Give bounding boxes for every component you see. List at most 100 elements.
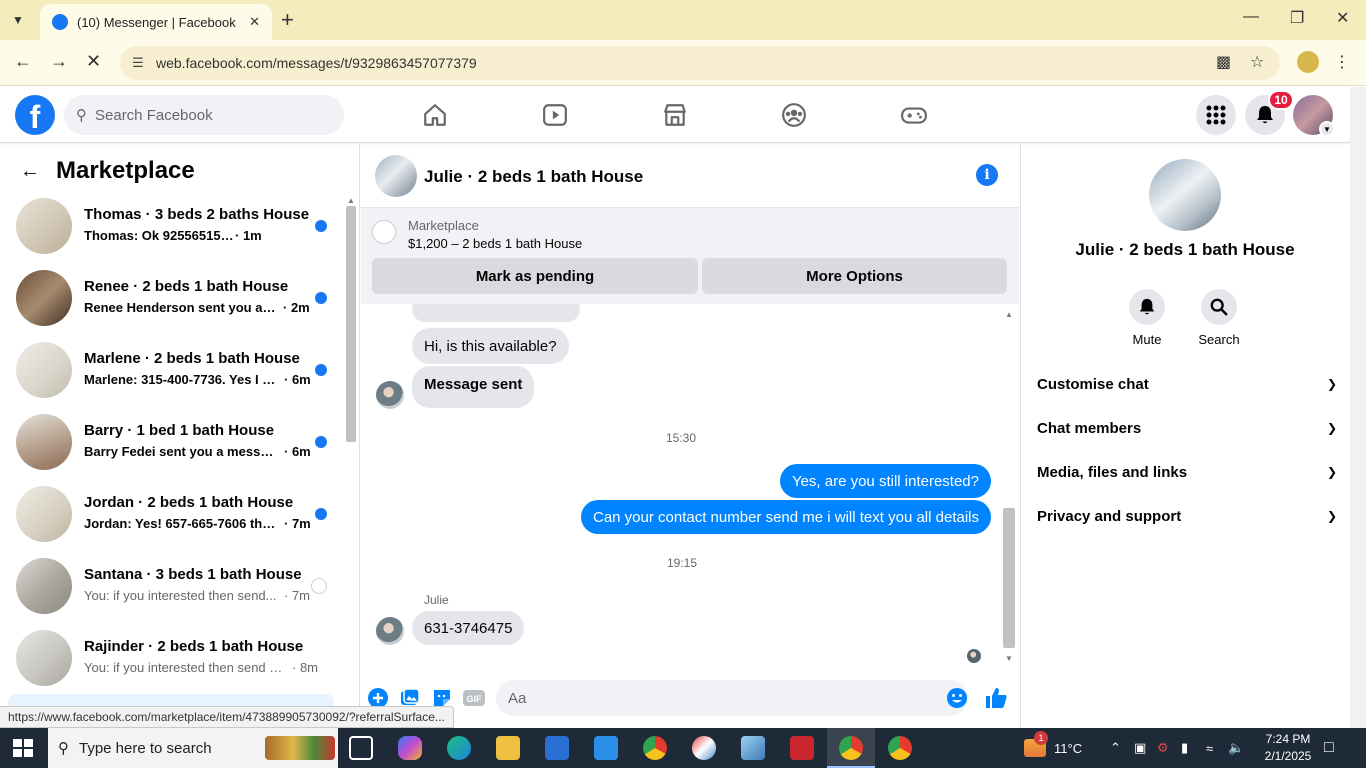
edge-icon[interactable] — [447, 736, 471, 760]
notification-center-icon[interactable]: □ — [1324, 728, 1334, 768]
julie-avatar[interactable] — [376, 381, 404, 409]
site-info-icon[interactable]: ☰ — [120, 55, 156, 71]
browser-profile-icon[interactable] — [1297, 51, 1319, 73]
facebook-logo-icon[interactable]: f — [15, 95, 55, 135]
back-arrow-icon[interactable]: ← — [20, 160, 40, 183]
search-highlight-image[interactable] — [265, 736, 335, 760]
conversation-time: · 2m — [283, 300, 310, 315]
more-options-button[interactable]: More Options — [702, 258, 1007, 294]
address-url[interactable]: web.facebook.com/messages/t/932986345707… — [156, 55, 477, 71]
gif-icon[interactable]: GIF — [462, 686, 486, 710]
copilot-icon[interactable] — [398, 736, 422, 760]
conversation-item[interactable]: Thomas · 3 beds 2 baths House Thomas: Ok… — [8, 198, 338, 270]
taskbar-search-placeholder: Type here to search — [79, 739, 212, 757]
conversation-item[interactable]: Renee · 2 beds 1 bath House Renee Hender… — [8, 270, 338, 342]
nav-marketplace[interactable] — [655, 97, 695, 133]
microsoft-store-icon[interactable] — [545, 736, 569, 760]
recorder-icon[interactable] — [790, 736, 814, 760]
thumbs-up-like-icon[interactable] — [984, 686, 1008, 710]
customise-chat-section[interactable]: Customise chat ❯ — [1037, 364, 1337, 404]
app-icon[interactable] — [692, 736, 716, 760]
mail-icon[interactable] — [594, 736, 618, 760]
conversation-name: Rajinder · 2 beds 1 bath House — [84, 638, 304, 655]
bookmark-star-icon[interactable]: ☆ — [1250, 52, 1264, 72]
meet-camera-icon[interactable]: ▣ — [1134, 728, 1146, 768]
address-bar[interactable]: ☰ web.facebook.com/messages/t/9329863457… — [120, 46, 1280, 80]
listing-thumbnail — [16, 630, 72, 686]
info-listing-thumbnail[interactable] — [1149, 159, 1221, 231]
install-app-icon[interactable]: ▩ — [1216, 52, 1231, 72]
chat-panel: Julie · 2 beds 1 bath House i Marketplac… — [361, 144, 1019, 728]
conversation-item[interactable]: Marlene · 2 beds 1 bath House Marlene: 3… — [8, 342, 338, 414]
chat-listing-thumbnail[interactable] — [375, 155, 417, 197]
search-icon: ⚲ — [76, 107, 87, 124]
browser-toolbar: ← → ✕ ☰ web.facebook.com/messages/t/9329… — [0, 40, 1366, 86]
minimize-icon[interactable]: — — [1243, 8, 1259, 26]
file-explorer-icon[interactable] — [496, 736, 520, 760]
chat-scrollbar[interactable]: ▲ ▼ — [1001, 308, 1017, 668]
mark-as-pending-button[interactable]: Mark as pending — [372, 258, 698, 294]
chrome-profile-icon[interactable] — [888, 736, 912, 760]
wifi-icon[interactable]: ≈ — [1206, 728, 1213, 768]
nav-video[interactable] — [535, 97, 575, 133]
system-clock[interactable]: 7:24 PM 2/1/2025 — [1258, 731, 1318, 765]
mute-bell-icon[interactable] — [1129, 289, 1165, 325]
task-view-icon[interactable] — [349, 736, 373, 760]
show-hidden-icons-chevron-icon[interactable]: ⌃ — [1110, 728, 1121, 768]
unread-dot-icon — [315, 508, 327, 520]
conversation-item[interactable]: Santana · 3 beds 1 bath House You: if yo… — [8, 558, 338, 630]
back-arrow-icon[interactable]: ← — [14, 51, 32, 72]
scroll-up-arrow-icon[interactable]: ▲ — [1005, 310, 1013, 319]
message-input-box[interactable] — [496, 680, 968, 716]
tab-close-icon[interactable]: ✕ — [249, 14, 260, 30]
new-tab-plus-icon[interactable]: + — [281, 7, 294, 33]
facebook-header: f ⚲ — [0, 87, 1350, 143]
forward-arrow-icon[interactable]: → — [50, 51, 68, 72]
chrome-icon[interactable] — [839, 736, 863, 760]
network-alert-icon[interactable]: ⚙ — [1157, 728, 1169, 768]
weather-widget[interactable]: 1 11°C — [1024, 728, 1082, 768]
chat-members-section[interactable]: Chat members ❯ — [1037, 408, 1337, 448]
facebook-search-input[interactable] — [95, 106, 315, 124]
browser-tab-strip: ▼ (10) Messenger | Facebook ✕ + — ❐ ✕ — [0, 0, 1366, 40]
search-icon[interactable] — [1201, 289, 1237, 325]
marketplace-label: Marketplace — [408, 218, 479, 233]
media-files-links-section[interactable]: Media, files and links ❯ — [1037, 452, 1337, 492]
scroll-down-arrow-icon[interactable]: ▼ — [1005, 654, 1013, 663]
info-icon[interactable]: i — [976, 164, 998, 186]
privacy-support-section[interactable]: Privacy and support ❯ — [1037, 496, 1337, 536]
conversation-item[interactable]: Jordan · 2 beds 1 bath House Jordan: Yes… — [8, 486, 338, 558]
facebook-search[interactable]: ⚲ — [64, 95, 344, 135]
emoji-icon[interactable] — [945, 686, 969, 710]
menu-button[interactable] — [1196, 95, 1236, 135]
mute-action[interactable]: Mute — [1117, 289, 1177, 347]
chat-title[interactable]: Julie · 2 beds 1 bath House — [424, 167, 643, 187]
stop-loading-icon[interactable]: ✕ — [86, 51, 101, 72]
nav-home[interactable] — [415, 97, 455, 133]
scrollbar-thumb[interactable] — [1003, 508, 1015, 648]
page-scrollbar[interactable] — [1350, 87, 1366, 728]
tab-search-chevron-icon[interactable]: ▼ — [4, 6, 32, 34]
listing-price-title[interactable]: $1,200 – 2 beds 1 bath House — [408, 236, 582, 251]
volume-icon[interactable]: 🔈 — [1228, 728, 1244, 768]
search-action[interactable]: Search — [1189, 289, 1249, 347]
svg-text:GIF: GIF — [467, 694, 483, 704]
battery-icon[interactable]: ▮ — [1181, 728, 1188, 768]
scroll-up-arrow-icon[interactable]: ▲ — [347, 196, 355, 205]
browser-tab-messenger[interactable]: (10) Messenger | Facebook ✕ — [40, 4, 272, 40]
scrollbar-thumb[interactable] — [346, 206, 356, 442]
nav-gaming[interactable] — [894, 97, 934, 133]
windows-start-icon[interactable] — [13, 739, 33, 757]
nav-groups[interactable] — [774, 97, 814, 133]
julie-avatar[interactable] — [376, 617, 404, 645]
conversation-list-scrollbar[interactable]: ▲ — [344, 192, 358, 728]
chrome-icon[interactable] — [643, 736, 667, 760]
window-close-icon[interactable]: ✕ — [1336, 8, 1349, 28]
conversation-item[interactable]: Rajinder · 2 beds 1 bath House You: if y… — [8, 630, 338, 702]
notes-app-icon[interactable] — [741, 736, 765, 760]
account-chevron-down-icon[interactable]: ▼ — [1319, 121, 1335, 137]
restore-icon[interactable]: ❐ — [1290, 8, 1304, 28]
message-input[interactable] — [508, 689, 928, 707]
conversation-item[interactable]: Barry · 1 bed 1 bath House Barry Fedei s… — [8, 414, 338, 486]
browser-menu-icon[interactable]: ⋮ — [1334, 52, 1350, 72]
